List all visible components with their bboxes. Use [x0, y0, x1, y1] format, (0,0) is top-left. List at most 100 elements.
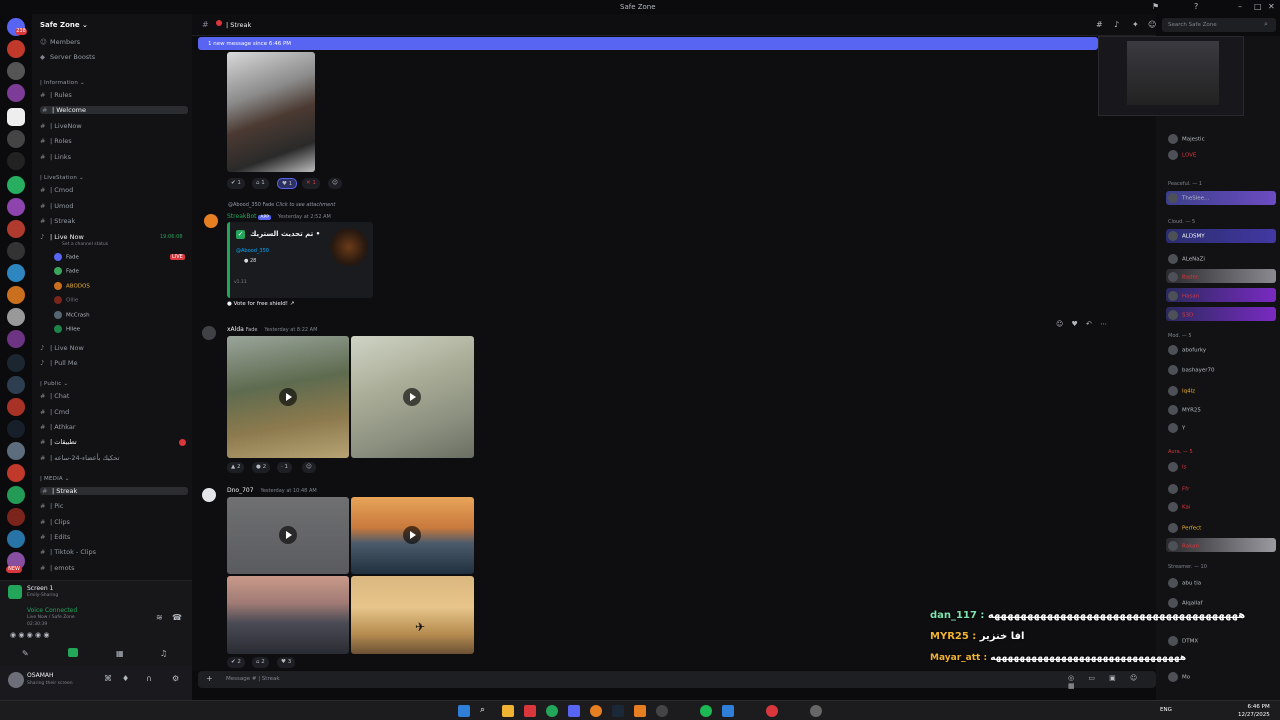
reaction[interactable]: ⌂ 2	[252, 657, 269, 668]
server-icon[interactable]	[7, 62, 25, 80]
avatar[interactable]	[8, 672, 24, 688]
server-icon[interactable]	[7, 398, 25, 416]
play-icon[interactable]	[403, 526, 421, 544]
channel-chat[interactable]: # | Chat	[40, 392, 69, 400]
reaction[interactable]: ♥ 3	[277, 657, 296, 668]
headphones-icon[interactable]: ∩	[146, 674, 152, 683]
member[interactable]: Kai	[1168, 502, 1190, 512]
play-icon[interactable]	[279, 526, 297, 544]
channel-tiktok[interactable]: # | Tiktok - Clips	[40, 548, 96, 556]
notification-bell-icon[interactable]: ♪	[1114, 20, 1119, 29]
embed-mention[interactable]: @Abood_350	[236, 248, 269, 254]
member[interactable]: Alqallaf	[1168, 598, 1203, 608]
message-input[interactable]: Message # | Streak	[226, 676, 280, 682]
reaction[interactable]: ♥ 1	[277, 178, 298, 189]
channel-clips[interactable]: # | Clips	[40, 518, 70, 526]
voice-channel[interactable]: ♪ | Pull Me	[40, 359, 77, 367]
server-icon[interactable]	[7, 508, 25, 526]
member[interactable]: Hasan	[1168, 291, 1199, 301]
channel-arabic[interactable]: # | تحكيك بأعضاء-24-ساعه	[40, 454, 119, 462]
share-screen-icon[interactable]	[68, 648, 78, 657]
settings-gear-icon[interactable]: ⚙	[172, 674, 179, 683]
play-icon[interactable]	[279, 388, 297, 406]
activity-icons[interactable]: ◉ ◉ ◉ ◉ ◉	[10, 631, 49, 639]
inbox-icon[interactable]: ⚑	[1152, 2, 1159, 11]
server-icon[interactable]	[7, 376, 25, 394]
member[interactable]: ALDSMY	[1168, 231, 1205, 241]
server-icon[interactable]	[7, 486, 25, 504]
server-icon[interactable]	[7, 442, 25, 460]
channel-umod[interactable]: # | Umod	[40, 202, 73, 210]
channel-streak-active[interactable]: # | Streak	[40, 487, 188, 495]
microphone-icon[interactable]: ♦	[122, 674, 129, 683]
start-icon[interactable]	[458, 705, 470, 717]
close-icon[interactable]: ✕	[1268, 2, 1275, 11]
maximize-icon[interactable]: □	[1254, 2, 1262, 11]
message-author[interactable]: Dno_707 Yesterday at 10:48 AM	[227, 487, 317, 494]
voice-channel[interactable]: ♪ | Live Now	[40, 344, 84, 352]
member[interactable]: ALeNaZi	[1168, 254, 1205, 264]
voice-user[interactable]: Fade	[54, 253, 79, 261]
add-reaction-icon[interactable]: ☺	[302, 462, 316, 473]
voice-user[interactable]: Ollie	[54, 296, 78, 304]
voice-user[interactable]: McCrash	[54, 311, 90, 319]
server-icon[interactable]	[7, 354, 25, 372]
channel-apps[interactable]: # | تطبيقات	[40, 438, 77, 446]
member[interactable]: Y	[1168, 423, 1185, 433]
soundboard-icon[interactable]: ♫	[160, 649, 167, 658]
avatar[interactable]	[202, 326, 216, 340]
voice-user[interactable]: Hllee	[54, 325, 80, 333]
attachment-image[interactable]	[227, 52, 315, 172]
channel-rules[interactable]: # | Rules	[40, 91, 72, 99]
server-icon-active[interactable]	[7, 108, 25, 126]
member[interactable]: S3D	[1168, 310, 1193, 320]
reaction[interactable]: ✕ 1	[302, 178, 320, 189]
server-icon[interactable]	[7, 176, 25, 194]
pin-icon[interactable]: ✦	[1132, 20, 1139, 29]
screen-share-title[interactable]: Screen 1	[27, 585, 53, 592]
clock[interactable]: 6:46 PM 12/27/2025	[1238, 703, 1270, 719]
obs-icon[interactable]	[656, 705, 668, 717]
member[interactable]: Is	[1168, 462, 1187, 472]
member[interactable]: DTMX	[1168, 636, 1198, 646]
vote-button[interactable]: ● Vote for free shield! ↗	[227, 301, 294, 307]
voice-channel-live-now[interactable]: ♪ | Live Now	[40, 233, 84, 241]
avatar[interactable]	[202, 488, 216, 502]
member[interactable]: MYR25	[1168, 405, 1201, 415]
avatar[interactable]	[204, 214, 218, 228]
screen-share-preview[interactable]	[1098, 36, 1244, 116]
server-icon[interactable]	[7, 220, 25, 238]
disconnect-icon[interactable]: ☎	[172, 613, 182, 622]
member[interactable]: Rakan	[1168, 541, 1199, 551]
channel-streak[interactable]: # | Streak	[40, 217, 75, 225]
reaction[interactable]: ● 2	[252, 462, 271, 473]
image-attachment[interactable]	[227, 576, 349, 654]
message-composer[interactable]: + Message # | Streak ◎ ▭ ▣ ☺ ▦	[198, 671, 1156, 690]
member[interactable]: Bader.	[1168, 272, 1200, 282]
discord-icon[interactable]	[568, 705, 580, 717]
attach-plus-icon[interactable]: +	[206, 674, 213, 683]
channel-links[interactable]: # | Links	[40, 153, 71, 161]
app-icon[interactable]	[810, 705, 822, 717]
server-icon[interactable]	[7, 198, 25, 216]
camera-icon[interactable]: ✎	[22, 649, 29, 658]
category-public[interactable]: | Public ⌄	[40, 381, 68, 387]
member[interactable]: Ffr	[1168, 484, 1189, 494]
server-icon[interactable]	[7, 286, 25, 304]
reply-preview[interactable]: @Abood_350 Fade Click to see attachment	[228, 202, 335, 208]
server-icon[interactable]	[7, 242, 25, 260]
composer-tools[interactable]: ◎ ▭ ▣ ☺ ▦	[1068, 674, 1156, 690]
category-livestation[interactable]: | LiveStation ⌄	[40, 175, 84, 181]
threads-icon[interactable]: #	[1096, 20, 1103, 29]
channel-athkar[interactable]: # | Athkar	[40, 423, 76, 431]
voice-user[interactable]: Fade	[54, 267, 79, 275]
new-message-bar[interactable]: 1 new message since 6:46 PM	[198, 37, 1098, 50]
server-icon[interactable]	[7, 464, 25, 482]
chrome-icon[interactable]	[546, 705, 558, 717]
member[interactable]: Majestic	[1168, 134, 1205, 144]
member[interactable]: LOVE	[1168, 150, 1196, 160]
reaction[interactable]: ✔ 2	[227, 657, 245, 668]
activities-icon[interactable]: ▦	[116, 649, 124, 658]
server-boosts-link[interactable]: ◆ Server Boosts	[40, 53, 95, 61]
username[interactable]: OSAMAH	[27, 672, 54, 679]
